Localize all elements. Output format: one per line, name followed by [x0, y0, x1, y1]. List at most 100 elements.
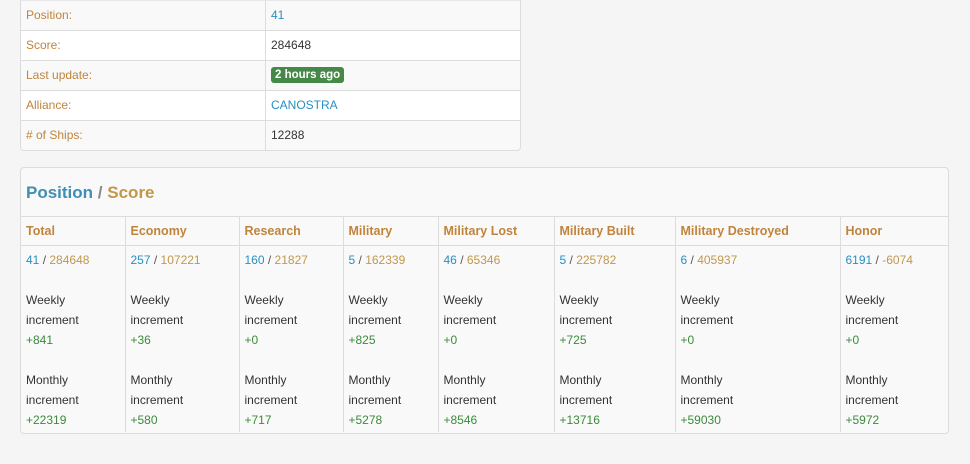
- weekly-label-2: increment: [559, 313, 613, 327]
- column-header-military: Military: [342, 216, 438, 246]
- rank-link[interactable]: 6191: [846, 253, 873, 267]
- info-row-ships: # of Ships: 12288: [21, 120, 520, 150]
- rank-line: 46 / 65346: [444, 250, 549, 270]
- weekly-label-2: increment: [680, 313, 734, 327]
- weekly-label-2: increment: [26, 313, 79, 327]
- score-value: 65346: [466, 253, 501, 267]
- weekly-label-2: increment: [244, 313, 298, 327]
- weekly-label-1: Weekly: [559, 293, 599, 307]
- column-header-total: Total: [21, 216, 125, 246]
- score-label: Score:: [21, 31, 266, 60]
- weekly-label-2: increment: [443, 313, 497, 327]
- monthly-label-1: Monthly: [443, 373, 486, 387]
- weekly-label-1: Weekly: [130, 293, 170, 307]
- alliance-link[interactable]: CANOSTRA: [266, 91, 338, 120]
- monthly-label-2: increment: [26, 393, 79, 407]
- weekly-increment: +841: [26, 333, 54, 347]
- monthly-label-1: Monthly: [348, 373, 391, 387]
- position-score-panel: Position / Score Total Economy Research Mil…: [20, 167, 949, 434]
- last-update-label: Last update:: [21, 61, 266, 90]
- rank-separator: /: [150, 253, 161, 267]
- info-row-last-update: Last update: 2 hours ago: [21, 60, 520, 90]
- monthly-label-2: increment: [680, 393, 734, 407]
- column-header-military-built: Military Built: [553, 216, 675, 246]
- weekly-increment: +0: [680, 333, 695, 347]
- weekly-increment: +36: [130, 333, 151, 347]
- panel-title-separator: /: [97, 183, 103, 202]
- monthly-increment: +717: [244, 413, 272, 427]
- score-table-header: Total Economy Research Military Military Los…: [21, 216, 948, 246]
- weekly-increment: +0: [443, 333, 458, 347]
- rank-separator: /: [456, 253, 467, 267]
- score-value: 284648: [271, 38, 312, 52]
- rank-line: 6 / 405937: [681, 250, 835, 270]
- rank-link[interactable]: 257: [131, 253, 151, 267]
- position-link[interactable]: 41: [266, 1, 284, 30]
- monthly-label-2: increment: [130, 393, 184, 407]
- monthly-label-2: increment: [559, 393, 613, 407]
- rank-separator: /: [687, 253, 698, 267]
- weekly-label-1: Weekly: [845, 293, 885, 307]
- column-header-honor: Honor: [839, 216, 948, 246]
- monthly-increment: +580: [130, 413, 158, 427]
- monthly-label-2: increment: [348, 393, 402, 407]
- panel-title: Position / Score: [21, 168, 948, 216]
- info-row-alliance: Alliance: CANOSTRA: [21, 90, 520, 120]
- weekly-increment: +825: [348, 333, 376, 347]
- ships-label: # of Ships:: [21, 121, 266, 150]
- score-value: 225782: [576, 253, 617, 267]
- rank-line: 257 / 107221: [131, 250, 234, 270]
- weekly-label-1: Weekly: [26, 293, 66, 307]
- player-info-table: Position: 41 Score: 284648 Last update: …: [20, 0, 521, 151]
- weekly-increment: +0: [244, 333, 259, 347]
- score-cell-honor: 6191 / -6074 Weekly increment +0 Monthly incr…: [839, 245, 948, 432]
- info-row-position: Position: 41: [21, 0, 520, 30]
- score-cell-economy: 257 / 107221 Weekly increment +36 Monthly inc…: [124, 245, 239, 432]
- rank-separator: /: [355, 253, 366, 267]
- position-label: Position:: [21, 1, 266, 30]
- weekly-increment: +725: [559, 333, 587, 347]
- score-cell-total: 41 / 284648 Weekly increment +841 Monthly inc…: [21, 245, 125, 432]
- monthly-label-1: Monthly: [680, 373, 723, 387]
- rank-separator: /: [566, 253, 577, 267]
- score-value: 107221: [160, 253, 201, 267]
- score-value: -6074: [882, 253, 913, 267]
- weekly-label-1: Weekly: [680, 293, 720, 307]
- weekly-label-2: increment: [845, 313, 899, 327]
- monthly-increment: +59030: [680, 413, 721, 427]
- score-value: 162339: [365, 253, 406, 267]
- rank-separator: /: [872, 253, 883, 267]
- weekly-increment: +0: [845, 333, 860, 347]
- rank-line: 6191 / -6074: [846, 250, 944, 270]
- rank-line: 41 / 284648: [26, 250, 120, 270]
- weekly-label-1: Weekly: [348, 293, 388, 307]
- score-value: 405937: [697, 253, 738, 267]
- rank-separator: /: [39, 253, 50, 267]
- rank-link[interactable]: 160: [245, 253, 265, 267]
- weekly-label-1: Weekly: [244, 293, 284, 307]
- column-header-military-destroyed: Military Destroyed: [674, 216, 840, 246]
- monthly-label-2: increment: [443, 393, 497, 407]
- monthly-label-1: Monthly: [559, 373, 602, 387]
- column-header-research: Research: [238, 216, 343, 246]
- rank-link[interactable]: 41: [26, 253, 39, 267]
- score-table-row: 41 / 284648 Weekly increment +841 Monthly inc…: [21, 245, 948, 432]
- monthly-increment: +5972: [845, 413, 880, 427]
- score-value: 284648: [49, 253, 90, 267]
- monthly-increment: +5278: [348, 413, 383, 427]
- score-cell-military: 5 / 162339 Weekly increment +825 Monthly incr…: [342, 245, 438, 432]
- monthly-label-1: Monthly: [244, 373, 287, 387]
- info-row-score: Score: 284648: [21, 30, 520, 60]
- rank-link[interactable]: 46: [444, 253, 457, 267]
- column-header-military-lost: Military Lost: [437, 216, 554, 246]
- monthly-label-2: increment: [244, 393, 298, 407]
- monthly-label-1: Monthly: [845, 373, 888, 387]
- weekly-label-2: increment: [348, 313, 402, 327]
- score-cell-military-built: 5 / 225782 Weekly increment +725 Monthly incr…: [553, 245, 675, 432]
- monthly-increment: +8546: [443, 413, 478, 427]
- monthly-increment: +22319: [26, 413, 67, 427]
- last-update-badge: 2 hours ago: [271, 66, 345, 83]
- last-update-value: 2 hours ago: [266, 61, 345, 90]
- rank-line: 5 / 225782: [560, 250, 670, 270]
- weekly-label-2: increment: [130, 313, 184, 327]
